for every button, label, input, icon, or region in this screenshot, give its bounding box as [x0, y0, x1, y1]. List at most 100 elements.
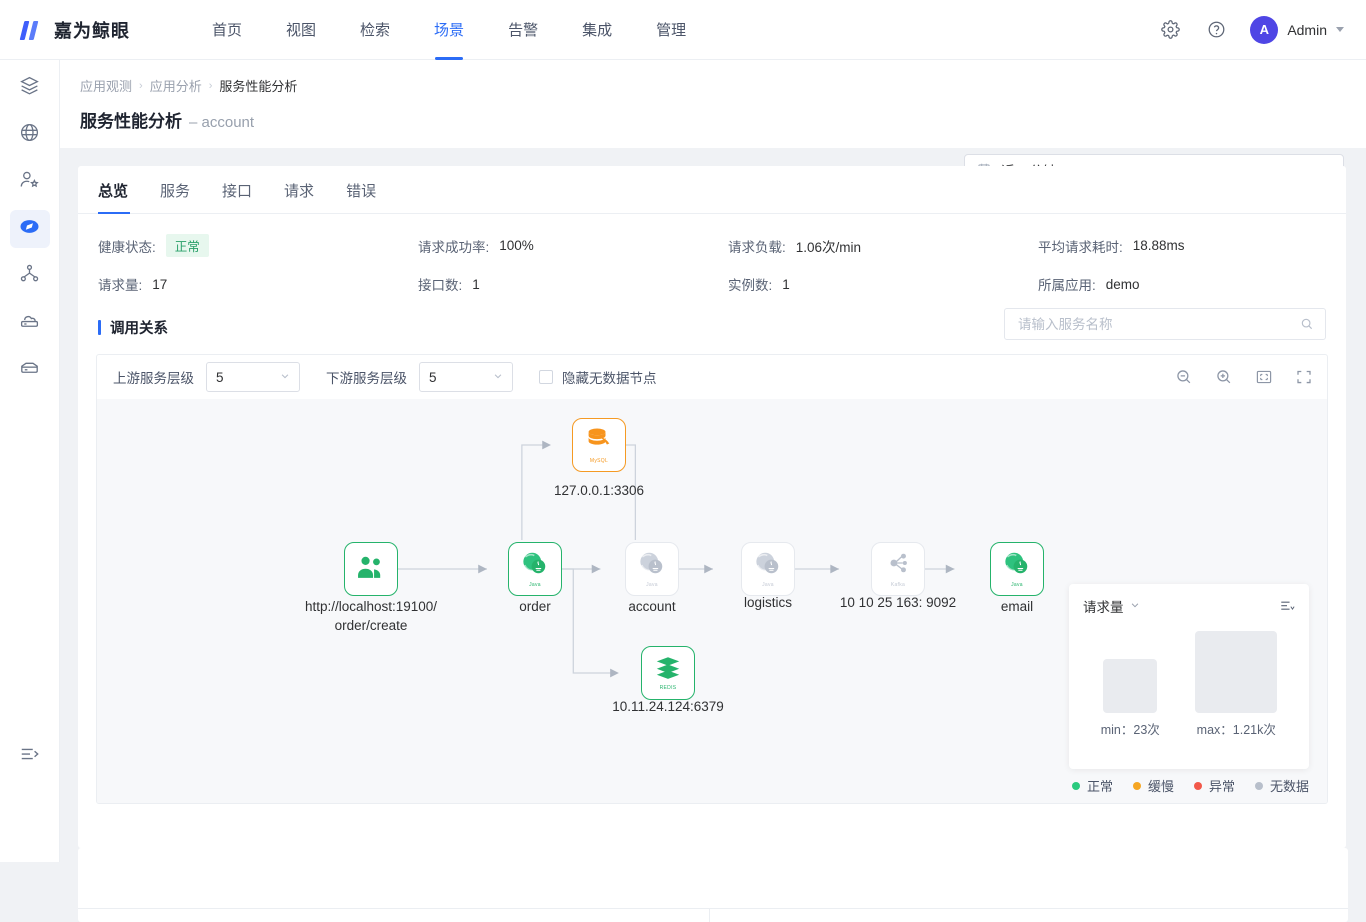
stat-value: 1 — [472, 277, 480, 292]
java-icon — [1003, 550, 1031, 581]
title-row: 服务性能分析 – account — [80, 107, 1346, 132]
search-icon[interactable] — [1300, 317, 1314, 331]
nav-item-search[interactable]: 检索 — [338, 0, 412, 60]
legend-label: 缓慢 — [1148, 776, 1174, 795]
stat-label: 平均请求耗时: — [1038, 236, 1123, 256]
stat-interface-count: 接口数: 1 — [418, 274, 728, 294]
tab-error[interactable]: 错误 — [330, 180, 392, 213]
database-icon — [19, 357, 40, 383]
avatar: A — [1250, 16, 1278, 44]
sidebar-item-user-star[interactable] — [10, 163, 50, 201]
breadcrumb-separator: › — [139, 80, 143, 92]
java-icon — [754, 550, 782, 581]
stat-label: 所属应用: — [1038, 274, 1096, 294]
tab-overview[interactable]: 总览 — [98, 180, 144, 213]
status-dot-slow — [1133, 782, 1141, 790]
java-icon — [638, 550, 666, 581]
status-dot-nodata — [1255, 782, 1263, 790]
stats-row-1: 健康状态: 正常 请求成功率: 100% 请求负载: 1.06次/min 平均请… — [98, 234, 1326, 257]
topology-node-entry[interactable] — [344, 542, 398, 596]
legend-item-slow: 缓慢 — [1133, 776, 1174, 795]
topology-view-controls — [1175, 355, 1313, 399]
bar-max — [1195, 631, 1277, 713]
nav-item-view[interactable]: 视图 — [264, 0, 338, 60]
topology-node-label-mysql: 127.0.0.1:3306 — [497, 481, 701, 500]
sidebar-collapse[interactable] — [0, 743, 60, 770]
user-star-icon — [19, 169, 40, 195]
search-input[interactable] — [1016, 316, 1300, 333]
fit-screen-icon[interactable] — [1255, 368, 1273, 386]
node-tech-label: Java — [646, 582, 658, 588]
downstream-level-select[interactable]: 5 — [419, 362, 513, 392]
stat-value: demo — [1106, 277, 1140, 292]
hide-empty-nodes-checkbox[interactable]: 隐藏无数据节点 — [539, 367, 657, 387]
nav-item-alarm[interactable]: 告警 — [486, 0, 560, 60]
sidebar-item-apm[interactable] — [10, 210, 50, 248]
breadcrumb-item-2: 服务性能分析 — [219, 76, 297, 95]
mysql-icon — [583, 426, 615, 457]
header-actions: A Admin — [1158, 16, 1366, 44]
topology-node-logistics[interactable]: Java — [741, 542, 795, 596]
legend-label: 无数据 — [1270, 776, 1309, 795]
breadcrumb-item-1[interactable]: 应用分析 — [150, 76, 202, 95]
downstream-level-label: 下游服务层级 — [326, 367, 407, 387]
nav-item-scenario[interactable]: 场景 — [412, 0, 486, 60]
sort-icon[interactable] — [1279, 599, 1295, 613]
tab-service[interactable]: 服务 — [144, 180, 206, 213]
metric-min-label: min：23次 — [1101, 719, 1160, 738]
stat-label: 接口数: — [418, 274, 462, 294]
sidebar-item-cloud-server[interactable] — [10, 304, 50, 342]
nav-item-integration[interactable]: 集成 — [560, 0, 634, 60]
metric-bar-min: min：23次 — [1101, 659, 1160, 738]
tab-interface[interactable]: 接口 — [206, 180, 268, 213]
breadcrumb-item-0[interactable]: 应用观测 — [80, 76, 132, 95]
page-subtitle: – account — [189, 114, 254, 131]
tab-request[interactable]: 请求 — [268, 180, 330, 213]
stat-value: 18.88ms — [1133, 238, 1185, 253]
sidebar-item-globe[interactable] — [10, 116, 50, 154]
nav-item-home[interactable]: 首页 — [190, 0, 264, 60]
user-menu[interactable]: A Admin — [1250, 16, 1344, 44]
chevron-down-icon — [280, 371, 290, 384]
question-circle-icon[interactable] — [1204, 18, 1228, 42]
checkbox-box — [539, 370, 553, 384]
topology-node-account[interactable]: Java — [625, 542, 679, 596]
stat-value: 100% — [499, 238, 534, 253]
topology-node-kafka[interactable]: Kafka — [871, 542, 925, 596]
topology-node-mysql[interactable]: MySQL — [572, 418, 626, 472]
sidebar-item-database[interactable] — [10, 351, 50, 389]
service-search[interactable] — [1004, 308, 1326, 340]
topology-node-email[interactable]: Java — [990, 542, 1044, 596]
top-header: 嘉为鲸眼 首页 视图 检索 场景 告警 集成 管理 A Admin — [0, 0, 1366, 60]
topology-canvas[interactable]: MySQL 127.0.0.1:3306 http://localhost:19… — [97, 399, 1327, 804]
sidebar-item-topology[interactable] — [10, 257, 50, 295]
stat-label: 请求量: — [98, 274, 142, 294]
bottom-table-card — [78, 848, 1348, 922]
node-tech-label: REDIS — [660, 685, 677, 691]
topology-node-redis[interactable]: REDIS — [641, 646, 695, 700]
metric-max-label: max：1.21k次 — [1197, 719, 1276, 738]
zoom-out-icon[interactable] — [1175, 368, 1193, 386]
status-dot-error — [1194, 782, 1202, 790]
users-icon — [356, 554, 386, 585]
page-header: 应用观测 › 应用分析 › 服务性能分析 服务性能分析 – account 近1… — [60, 60, 1366, 148]
nav-item-manage[interactable]: 管理 — [634, 0, 708, 60]
upstream-level-select[interactable]: 5 — [206, 362, 300, 392]
sidebar-item-layers[interactable] — [10, 69, 50, 107]
page-title: 服务性能分析 — [80, 107, 182, 132]
content-card: 总览 服务 接口 请求 错误 健康状态: 正常 请求成功率: 100% 请求负载… — [78, 166, 1346, 848]
stat-application: 所属应用: demo — [1038, 274, 1140, 294]
stat-value: 1.06次/min — [796, 236, 861, 256]
brand[interactable]: 嘉为鲸眼 — [0, 17, 190, 43]
fullscreen-icon[interactable] — [1295, 368, 1313, 386]
metric-selector[interactable]: 请求量 — [1083, 596, 1140, 616]
zoom-in-icon[interactable] — [1215, 368, 1233, 386]
stat-request-count: 请求量: 17 — [98, 274, 418, 294]
tab-bar: 总览 服务 接口 请求 错误 — [78, 166, 1346, 214]
gear-icon[interactable] — [1158, 18, 1182, 42]
kafka-icon — [884, 550, 912, 581]
topology-node-order[interactable]: Java — [508, 542, 562, 596]
table-column-divider — [709, 908, 710, 922]
node-tech-label: Kafka — [891, 582, 905, 588]
globe-icon — [19, 122, 40, 148]
